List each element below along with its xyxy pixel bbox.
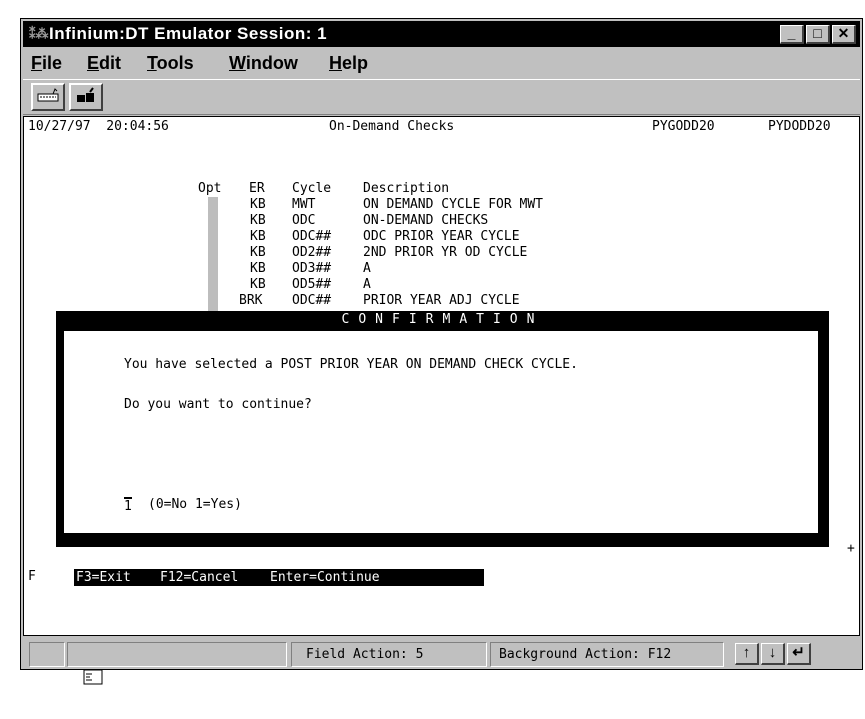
title-bar[interactable]: ⁑⁂ Infinium:DT Emulator Session: 1 _ □ ✕: [23, 21, 860, 47]
status-bar: Field Action: 5 Background Action: F12 ↑…: [23, 639, 860, 685]
dialog-body: You have selected a POST PRIOR YEAR ON D…: [64, 331, 818, 533]
row-er: KB: [250, 213, 266, 228]
row-cycle: MWT: [292, 197, 316, 212]
enter-button[interactable]: ↵: [787, 643, 811, 665]
program-id-1: PYGODD20: [652, 119, 715, 134]
scroll-up-button[interactable]: ↑: [735, 643, 759, 665]
keyboard-button[interactable]: [31, 83, 65, 111]
menu-window[interactable]: Window: [229, 49, 298, 77]
screen-title: On-Demand Checks: [329, 119, 455, 134]
row-er: KB: [250, 197, 266, 212]
row-description: 2ND PRIOR YR OD CYCLE: [363, 245, 528, 260]
row-cycle: OD2##: [292, 245, 332, 260]
background-action-status: Background Action: F12: [490, 642, 724, 667]
close-button[interactable]: ✕: [832, 25, 856, 44]
screen-map-icon: [83, 669, 103, 685]
left-f-label: F: [28, 569, 36, 584]
session-datetime: 10/27/97 20:04:56: [28, 119, 169, 134]
maximize-button[interactable]: □: [806, 25, 830, 44]
row-description: ODC PRIOR YEAR CYCLE: [363, 229, 520, 244]
row-cycle: ODC##: [292, 229, 332, 244]
terminal-screen[interactable]: 10/27/97 20:04:56 On-Demand Checks PYGOD…: [23, 116, 860, 636]
menu-help[interactable]: Help: [329, 49, 368, 77]
row-cycle: ODC##: [292, 293, 332, 308]
row-description: ON DEMAND CYCLE FOR MWT: [363, 197, 544, 212]
minimize-button[interactable]: _: [780, 25, 804, 44]
header-description: Description: [363, 181, 450, 196]
row-description: PRIOR YEAR ADJ CYCLE: [363, 293, 520, 308]
f3-exit-key[interactable]: F3=Exit: [76, 569, 131, 586]
program-id-2: PYDODD20: [768, 119, 831, 134]
menu-bar: File Edit Tools Window Help: [23, 49, 860, 77]
enter-continue-key[interactable]: Enter=Continue: [270, 569, 380, 586]
dialog-question: Do you want to continue?: [124, 397, 312, 412]
header-opt: Opt: [198, 181, 222, 196]
row-cycle: ODC: [292, 213, 316, 228]
row-er: KB: [250, 245, 266, 260]
app-icon: ⁑⁂: [29, 26, 49, 41]
field-action-status: Field Action: 5: [291, 642, 487, 667]
confirm-input-hint: (0=No 1=Yes): [148, 497, 242, 512]
function-key-bar: F3=Exit F12=Cancel Enter=Continue: [74, 569, 484, 586]
screen-map-box[interactable]: [29, 642, 103, 685]
row-er: BRK: [239, 293, 263, 308]
keyboard-icon: [37, 88, 59, 102]
scroll-down-button[interactable]: ↓: [761, 643, 785, 665]
row-er: KB: [250, 277, 266, 292]
row-description: A: [363, 261, 371, 276]
arrow-up-icon: ↑: [742, 644, 751, 661]
dialog-message: You have selected a POST PRIOR YEAR ON D…: [124, 357, 578, 372]
connect-icon: [77, 87, 94, 102]
more-indicator: +: [847, 541, 855, 556]
menu-tools[interactable]: Tools: [147, 49, 194, 77]
row-cycle: OD3##: [292, 261, 332, 276]
connect-button[interactable]: [69, 83, 103, 111]
confirmation-dialog: CONFIRMATION You have selected a POST PR…: [56, 311, 829, 547]
status-empty: [67, 642, 287, 667]
row-description: ON-DEMAND CHECKS: [363, 213, 489, 228]
toolbar: [23, 79, 860, 115]
menu-edit[interactable]: Edit: [87, 49, 121, 77]
arrow-down-icon: ↓: [768, 644, 777, 661]
row-cycle: OD5##: [292, 277, 332, 292]
header-cycle: Cycle: [292, 181, 332, 196]
emulator-window: ⁑⁂ Infinium:DT Emulator Session: 1 _ □ ✕…: [20, 18, 863, 685]
menu-file[interactable]: File: [31, 49, 62, 77]
dialog-title: CONFIRMATION: [341, 312, 544, 327]
row-er: KB: [250, 229, 266, 244]
header-er: ER: [249, 181, 265, 196]
window-title: Infinium:DT Emulator Session: 1: [49, 24, 328, 43]
row-er: KB: [250, 261, 266, 276]
confirm-input[interactable]: 1: [124, 497, 132, 515]
f12-cancel-key[interactable]: F12=Cancel: [160, 569, 238, 586]
row-description: A: [363, 277, 371, 292]
enter-icon: ↵: [792, 644, 805, 661]
